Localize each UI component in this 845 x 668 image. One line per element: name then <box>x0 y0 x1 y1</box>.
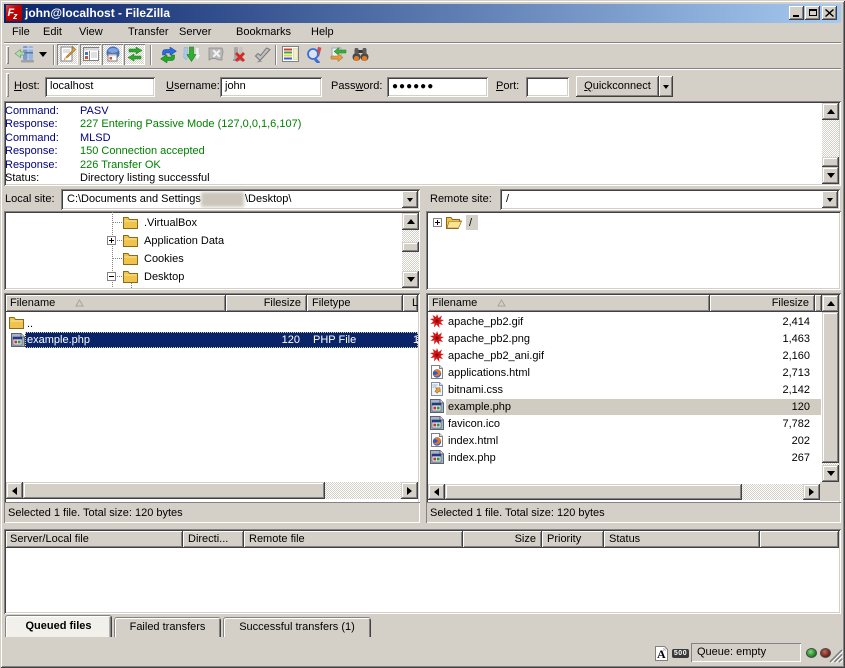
svg-text:z: z <box>12 11 18 21</box>
